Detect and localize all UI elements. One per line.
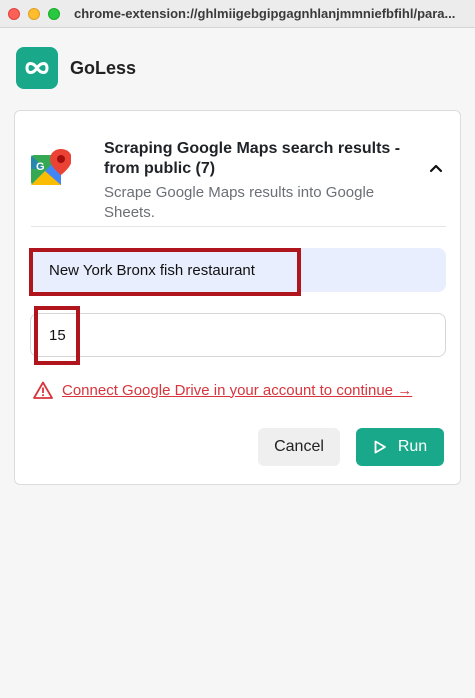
play-icon (374, 440, 386, 454)
cancel-button[interactable]: Cancel (258, 428, 340, 466)
minimize-window-button[interactable] (28, 7, 40, 20)
close-window-button[interactable] (8, 7, 20, 20)
google-maps-icon: G (31, 149, 71, 185)
connect-drive-link[interactable]: Connect Google Drive in your account to … (62, 382, 412, 399)
divider (31, 226, 446, 227)
card-header[interactable]: G Scraping Google Maps search results - … (31, 125, 446, 225)
run-button-label: Run (397, 438, 428, 455)
warning-triangle-icon (33, 381, 53, 399)
window-controls (8, 7, 60, 20)
cancel-button-label: Cancel (274, 438, 324, 455)
svg-text:G: G (36, 161, 45, 173)
run-button[interactable]: Run (356, 428, 444, 466)
drive-warning: Connect Google Drive in your account to … (33, 381, 412, 399)
window-titlebar: chrome-extension://ghlmiigebgipgagnhlanj… (0, 0, 475, 28)
app-header: GoLess (16, 47, 136, 89)
result-count-input[interactable]: 15 (30, 313, 446, 357)
zoom-window-button[interactable] (48, 7, 60, 20)
app-name: GoLess (70, 57, 137, 78)
search-query-input[interactable]: New York Bronx fish restaurant (30, 248, 446, 292)
infinity-icon (16, 47, 58, 89)
card-subtitle: Scrape Google Maps results into Google S… (104, 184, 375, 221)
window-url: chrome-extension://ghlmiigebgipgagnhlanj… (74, 6, 456, 21)
card-title: Scraping Google Maps search results - fr… (104, 140, 401, 177)
chevron-up-icon[interactable] (428, 160, 444, 176)
